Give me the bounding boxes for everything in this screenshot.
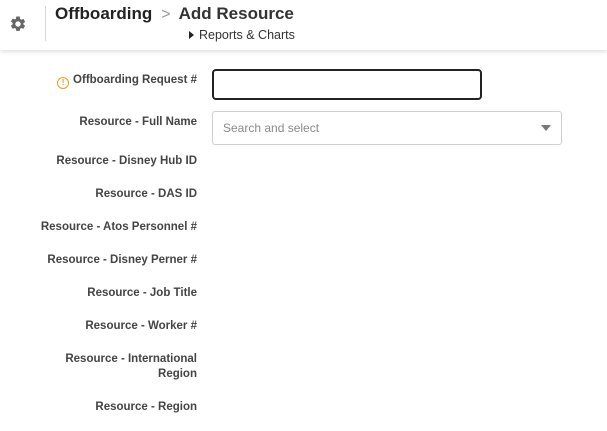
full-name-placeholder: Search and select — [223, 121, 320, 135]
international-region-label: Resource - International Region — [65, 353, 197, 380]
chevron-down-icon — [541, 125, 551, 131]
reports-charts-link[interactable]: Reports & Charts — [189, 28, 295, 42]
breadcrumb: Offboarding > Add Resource — [55, 4, 294, 24]
page-title: Add Resource — [178, 4, 294, 23]
region-label: Resource - Region — [95, 401, 197, 413]
job-title-label: Resource - Job Title — [87, 287, 197, 299]
das-id-label: Resource - DAS ID — [95, 188, 197, 200]
offboarding-request-input[interactable] — [212, 69, 482, 100]
atos-personnel-label: Resource - Atos Personnel # — [40, 221, 197, 233]
disney-hub-id-label: Resource - Disney Hub ID — [56, 155, 197, 167]
breadcrumb-separator: > — [161, 6, 171, 23]
gear-icon[interactable] — [9, 15, 27, 33]
full-name-select[interactable]: Search and select — [212, 111, 562, 145]
info-icon: ! — [57, 77, 70, 89]
header-divider — [45, 6, 46, 41]
full-name-label: Resource - Full Name — [79, 116, 197, 128]
add-resource-form: ! Offboarding Request # Resource - Full N… — [0, 50, 607, 431]
breadcrumb-offboarding[interactable]: Offboarding — [55, 4, 152, 24]
caret-right-icon — [189, 31, 194, 39]
reports-charts-label: Reports & Charts — [199, 28, 295, 42]
page-header: Offboarding > Add Resource Reports & Cha… — [0, 0, 607, 50]
worker-label: Resource - Worker # — [85, 320, 197, 332]
offboarding-request-label: ! Offboarding Request # — [57, 73, 197, 89]
disney-perner-label: Resource - Disney Perner # — [47, 254, 197, 266]
offboarding-request-label-text: Offboarding Request # — [73, 74, 197, 86]
